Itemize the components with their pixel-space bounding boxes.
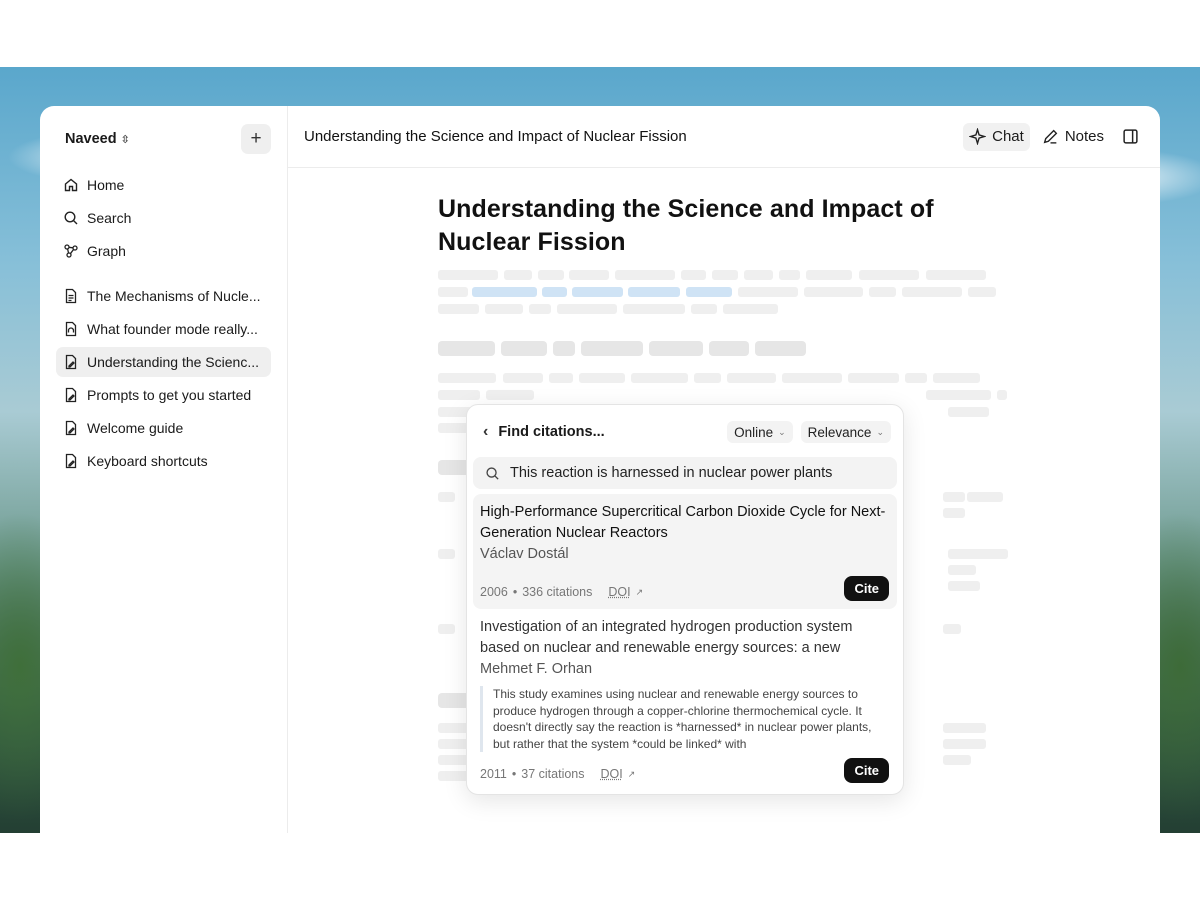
sidebar-top: Naveed ⇳ + — [56, 124, 271, 154]
sidebar-item-label: Home — [87, 177, 125, 193]
chat-button[interactable]: Chat — [963, 122, 1030, 151]
citations-filters: Online ⌄ Relevance ⌄ — [727, 421, 891, 443]
pencil-icon — [1043, 129, 1058, 144]
chevron-left-icon[interactable]: ‹ — [483, 423, 488, 441]
sidebar-doc-item[interactable]: The Mechanisms of Nucle... — [56, 281, 271, 311]
result-author: Václav Dostál — [480, 546, 569, 562]
home-icon — [64, 178, 78, 192]
citations-popup: ‹ Find citations... Online ⌄ Relevance ⌄ — [466, 404, 904, 795]
sidebar-doc-item[interactable]: Prompts to get you started — [56, 380, 271, 410]
main-area: Understanding the Science and Impact of … — [288, 106, 1160, 833]
graph-icon — [64, 244, 78, 258]
sidebar-item-label: Understanding the Scienc... — [87, 354, 259, 370]
document-heading[interactable]: Understanding the Science and Impact of … — [438, 193, 1013, 259]
chevron-updown-icon: ⇳ — [120, 133, 130, 146]
sidebar-item-label: Welcome guide — [87, 420, 184, 436]
user-name: Naveed — [65, 131, 117, 147]
sidebar-item-label: Keyboard shortcuts — [87, 453, 208, 469]
doi-link[interactable]: DOI — [601, 767, 623, 781]
header-document-title: Understanding the Science and Impact of … — [304, 128, 687, 145]
plus-icon: + — [250, 128, 262, 149]
external-link-icon: ↗ — [627, 768, 636, 779]
bullet-separator: • — [511, 767, 517, 781]
notes-button[interactable]: Notes — [1036, 123, 1110, 151]
toggle-panel-button[interactable] — [1116, 123, 1144, 151]
external-link-icon: ↗ — [635, 586, 644, 597]
bullet-separator: • — [512, 585, 518, 599]
header-actions: Chat Notes — [963, 122, 1144, 151]
result-excerpt: This study examines using nuclear and re… — [480, 686, 889, 752]
document-content: Understanding the Science and Impact of … — [438, 193, 1013, 259]
citation-result[interactable]: High-Performance Supercritical Carbon Di… — [473, 494, 897, 609]
sidebar-doc-item[interactable]: Welcome guide — [56, 413, 271, 443]
document-icon — [65, 288, 77, 304]
result-year: 2006 — [480, 585, 508, 599]
workspace-switcher[interactable]: Naveed ⇳ — [56, 131, 130, 147]
search-icon — [64, 211, 78, 225]
citation-query: This reaction is harnessed in nuclear po… — [510, 465, 833, 481]
document-edit-icon — [65, 354, 77, 370]
sidebar-panel-icon — [1122, 129, 1138, 144]
sidebar-item-label: Search — [87, 210, 132, 226]
result-meta: 2006 • 336 citations DOI ↗ — [480, 585, 643, 599]
citation-search-input[interactable]: This reaction is harnessed in nuclear po… — [473, 457, 897, 489]
result-title: Investigation of an integrated hydrogen … — [480, 619, 853, 656]
citations-header: ‹ Find citations... Online ⌄ Relevance ⌄ — [473, 415, 897, 449]
chevron-down-icon: ⌄ — [778, 426, 786, 437]
sort-filter-dropdown[interactable]: Relevance ⌄ — [800, 421, 891, 443]
sparkle-icon — [969, 128, 987, 145]
source-filter-dropdown[interactable]: Online ⌄ — [727, 421, 793, 443]
sidebar-item-label: Graph — [87, 243, 126, 259]
result-year: 2011 — [480, 767, 507, 781]
chat-label: Chat — [992, 128, 1024, 145]
sidebar-item-graph[interactable]: Graph — [56, 236, 271, 266]
result-citation-count: 37 citations — [521, 767, 585, 781]
citations-title: Find citations... — [498, 424, 605, 440]
sidebar-item-home[interactable]: Home — [56, 170, 271, 200]
sidebar-doc-item[interactable]: What founder mode really... — [56, 314, 271, 344]
top-bar: Understanding the Science and Impact of … — [288, 106, 1160, 168]
result-title: High-Performance Supercritical Carbon Di… — [480, 504, 886, 541]
sidebar-item-label: What founder mode really... — [87, 321, 258, 337]
citations-title-group: ‹ Find citations... — [483, 423, 605, 441]
sidebar-item-label: Prompts to get you started — [87, 387, 252, 403]
document-edit-icon — [65, 453, 77, 469]
sort-filter-value: Relevance — [807, 424, 872, 440]
search-icon — [486, 466, 499, 480]
cite-button[interactable]: Cite — [844, 576, 889, 601]
sidebar-item-search[interactable]: Search — [56, 203, 271, 233]
sidebar-doc-item-active[interactable]: Understanding the Scienc... — [56, 347, 271, 377]
sidebar-item-label: The Mechanisms of Nucle... — [87, 288, 261, 304]
app-window: Naveed ⇳ + Home Search Graph The Mechani… — [40, 106, 1160, 833]
result-citation-count: 336 citations — [522, 585, 593, 599]
new-document-button[interactable]: + — [241, 124, 271, 154]
result-meta: 2011 • 37 citations DOI ↗ — [480, 767, 635, 781]
sidebar: Naveed ⇳ + Home Search Graph The Mechani… — [40, 106, 288, 833]
document-edit-icon — [65, 420, 77, 436]
doi-link[interactable]: DOI — [608, 585, 630, 599]
cite-button[interactable]: Cite — [844, 758, 889, 783]
result-author: Mehmet F. Orhan — [480, 661, 593, 677]
notes-label: Notes — [1064, 128, 1104, 145]
sidebar-doc-item[interactable]: Keyboard shortcuts — [56, 446, 271, 476]
citation-result[interactable]: Investigation of an integrated hydrogen … — [473, 609, 897, 791]
source-filter-value: Online — [734, 424, 774, 440]
document-audio-icon — [65, 321, 77, 337]
document-edit-icon — [65, 387, 77, 403]
chevron-down-icon: ⌄ — [876, 426, 884, 437]
